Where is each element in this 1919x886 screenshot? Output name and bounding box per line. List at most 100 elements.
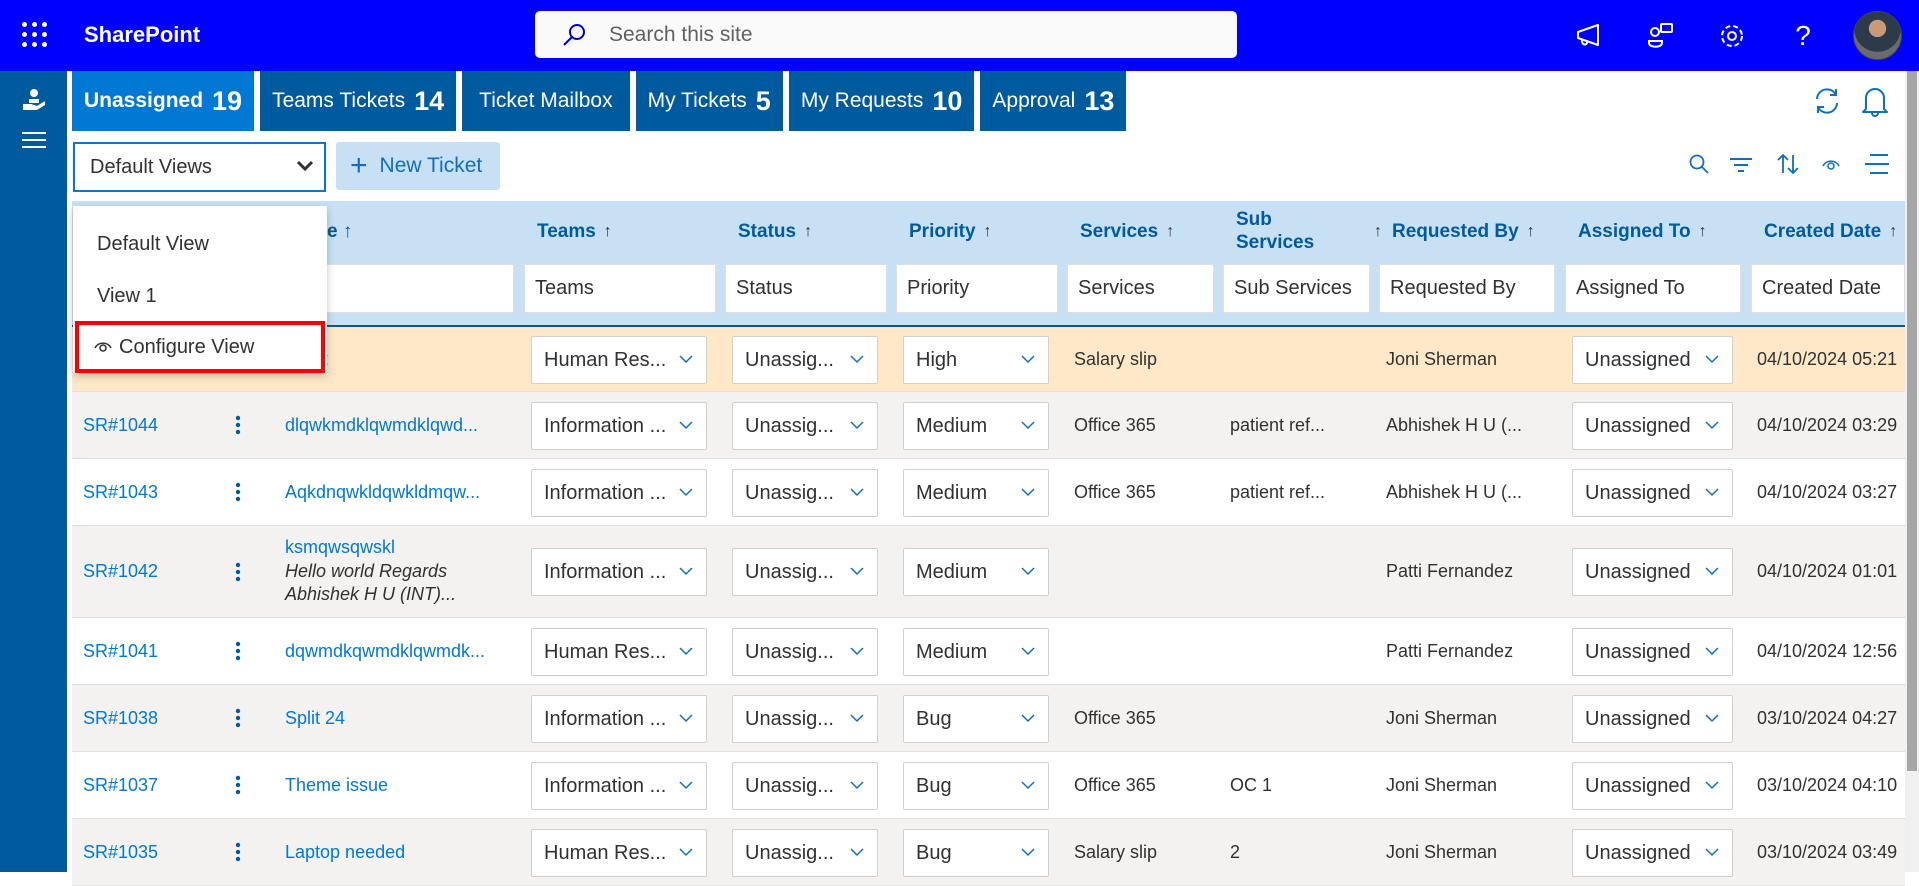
scrollbar-thumb[interactable] [1907, 71, 1917, 771]
waffle-icon[interactable] [22, 22, 48, 48]
help-icon[interactable]: ? [1785, 18, 1821, 54]
assigned-to-select[interactable]: Unassigned [1572, 402, 1733, 450]
more-actions-icon[interactable] [235, 526, 241, 617]
ticket-id-link[interactable]: SR#1041 [83, 618, 158, 684]
status-select[interactable]: Unassig... [732, 829, 878, 877]
gear-icon[interactable] [1714, 18, 1750, 54]
status-select[interactable]: Unassig... [732, 762, 878, 810]
ticket-title-link[interactable]: Laptop needed [285, 819, 405, 885]
assigned-to-select[interactable]: Unassigned [1572, 548, 1733, 596]
priority-select[interactable]: High [903, 336, 1049, 384]
tab-unassigned[interactable]: Unassigned 19 [72, 71, 255, 131]
filter-priority[interactable]: Priority [896, 264, 1058, 313]
table-row[interactable]: SR#1041 dqwmdkqwmdklqwmdk... Human Res... U… [72, 618, 1905, 685]
priority-select[interactable]: Medium [903, 548, 1049, 596]
menu-item-configure-view[interactable]: Configure View [75, 321, 325, 373]
menu-item-default-view[interactable]: Default View [73, 218, 327, 270]
views-dropdown[interactable]: Default Views [73, 142, 326, 192]
refresh-icon[interactable] [1810, 84, 1844, 118]
ticket-title-link[interactable]: Theme issue [285, 752, 388, 818]
assigned-to-select[interactable]: Unassigned [1572, 829, 1733, 877]
filter-created-date[interactable]: Created Date [1751, 264, 1905, 313]
more-actions-icon[interactable] [235, 459, 241, 525]
table-row[interactable]: SR#1038 Split 24 Information ... Unassig...… [72, 685, 1905, 752]
ticket-id-link[interactable]: SR#1035 [83, 819, 158, 885]
teams-select[interactable]: Human Res... [531, 336, 707, 384]
search-icon[interactable] [1685, 150, 1713, 178]
column-header-title[interactable]: e ↑ [327, 201, 352, 263]
ticket-title-link[interactable]: dqwmdkqwmdklqwmdk... [285, 618, 485, 684]
more-actions-icon[interactable] [235, 752, 241, 818]
ticket-title-link[interactable]: dlqwkmdklqwmdklqwd... [285, 392, 478, 458]
ticket-title-link[interactable]: Aqkdnqwkldqwkldmqw... [285, 459, 480, 525]
filter-icon[interactable] [1727, 150, 1755, 178]
filter-teams[interactable]: Teams [524, 264, 716, 313]
tab-my-requests[interactable]: My Requests 10 [788, 71, 975, 131]
column-header-requested-by[interactable]: Requested By ↑ [1392, 201, 1535, 263]
status-select[interactable]: Unassig... [732, 628, 878, 676]
table-row[interactable]: SR#1043 Aqkdnqwkldqwkldmqw... Information … [72, 459, 1905, 526]
app-name[interactable]: SharePoint [84, 22, 200, 48]
more-actions-icon[interactable] [235, 685, 241, 751]
column-header-sub-services[interactable]: Sub Services ↑ [1236, 201, 1382, 263]
teams-select[interactable]: Information ... [531, 402, 707, 450]
priority-select[interactable]: Medium [903, 469, 1049, 517]
eye-view-icon[interactable] [1817, 150, 1845, 178]
teams-select[interactable]: Information ... [531, 548, 707, 596]
table-row[interactable]: SR#1042 ksmqwsqwskl Hello world Regards Abh… [72, 526, 1905, 618]
status-select[interactable]: Unassig... [732, 695, 878, 743]
sort-icon[interactable] [1774, 150, 1802, 178]
ticket-id-link[interactable]: SR#1038 [83, 685, 158, 751]
priority-select[interactable]: Medium [903, 402, 1049, 450]
filter-status[interactable]: Status [725, 264, 887, 313]
menu-item-view-1[interactable]: View 1 [73, 270, 327, 322]
more-actions-icon[interactable] [235, 392, 241, 458]
vertical-scrollbar[interactable] [1905, 71, 1919, 872]
teams-select[interactable]: Human Res... [531, 628, 707, 676]
ticket-id-link[interactable]: SR#1042 [83, 526, 158, 617]
helpdesk-hand-icon[interactable] [19, 85, 49, 115]
priority-select[interactable]: Bug [903, 762, 1049, 810]
ticket-id-link[interactable]: SR#1043 [83, 459, 158, 525]
column-header-created-date[interactable]: Created Date ↑ [1764, 201, 1897, 263]
teams-select[interactable]: Information ... [531, 762, 707, 810]
assigned-to-select[interactable]: Unassigned [1572, 469, 1733, 517]
priority-select[interactable]: Medium [903, 628, 1049, 676]
filter-requested-by[interactable]: Requested By [1379, 264, 1555, 313]
filter-sub-services[interactable]: Sub Services [1223, 264, 1370, 313]
more-actions-icon[interactable] [235, 819, 241, 885]
assigned-to-select[interactable]: Unassigned [1572, 336, 1733, 384]
column-header-services[interactable]: Services ↑ [1080, 201, 1174, 263]
more-actions-icon[interactable] [235, 618, 241, 684]
filter-assigned-to[interactable]: Assigned To [1565, 264, 1741, 313]
tab-ticket-mailbox[interactable]: Ticket Mailbox [462, 71, 630, 131]
assigned-to-select[interactable]: Unassigned [1572, 762, 1733, 810]
status-select[interactable]: Unassig... [732, 402, 878, 450]
bell-icon[interactable] [1858, 84, 1892, 118]
ticket-title-link[interactable]: Split 24 [285, 685, 345, 751]
hamburger-menu-icon[interactable] [19, 125, 49, 155]
priority-select[interactable]: Bug [903, 829, 1049, 877]
search-input[interactable] [609, 22, 1209, 47]
filter-services[interactable]: Services [1067, 264, 1214, 313]
assigned-to-select[interactable]: Unassigned [1572, 695, 1733, 743]
tab-my-tickets[interactable]: My Tickets 5 [635, 71, 783, 131]
ticket-id-link[interactable]: SR#1037 [83, 752, 158, 818]
teams-select[interactable]: Human Res... [531, 829, 707, 877]
column-header-status[interactable]: Status ↑ [738, 201, 812, 263]
chat-people-icon[interactable] [1643, 18, 1679, 54]
table-row[interactable]: SR#1044 dlqwkmdklqwmdklqwd... Information … [72, 392, 1905, 459]
tab-approval[interactable]: Approval 13 [980, 71, 1127, 131]
column-header-priority[interactable]: Priority ↑ [909, 201, 992, 263]
new-ticket-button[interactable]: + New Ticket [336, 142, 500, 190]
priority-select[interactable]: Bug [903, 695, 1049, 743]
assigned-to-select[interactable]: Unassigned [1572, 628, 1733, 676]
status-select[interactable]: Unassig... [732, 469, 878, 517]
status-select[interactable]: Unassig... [732, 548, 878, 596]
status-select[interactable]: Unassig... [732, 336, 878, 384]
megaphone-icon[interactable] [1571, 18, 1607, 54]
ticket-title-link[interactable]: ksmqwsqwskl [285, 536, 395, 559]
column-header-assigned-to[interactable]: Assigned To ↑ [1578, 201, 1707, 263]
ticket-id-link[interactable]: SR#1044 [83, 392, 158, 458]
tab-teams-tickets[interactable]: Teams Tickets 14 [260, 71, 457, 131]
